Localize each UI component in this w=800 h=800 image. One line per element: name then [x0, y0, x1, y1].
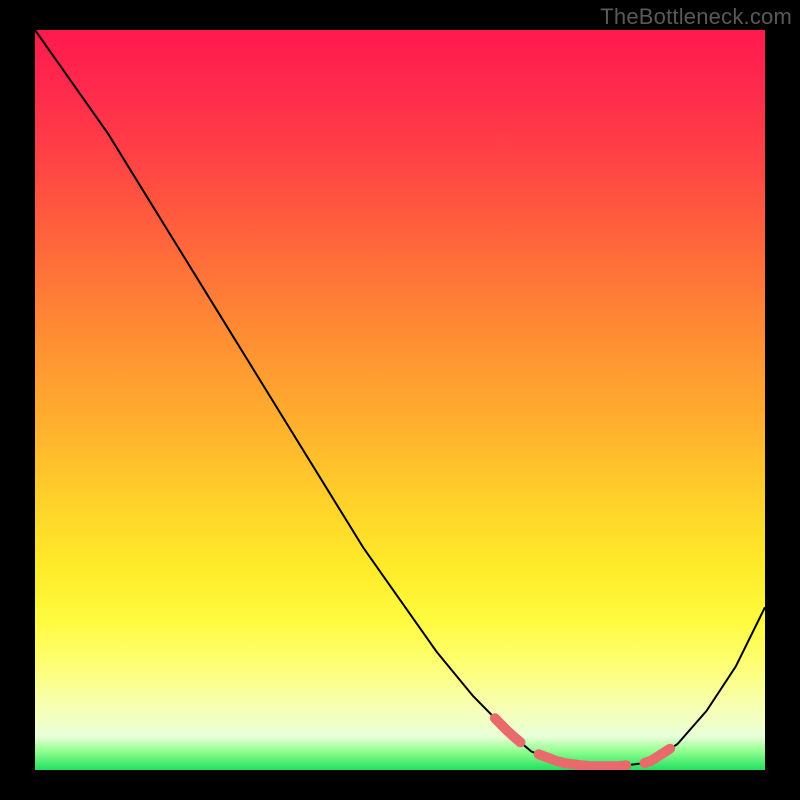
chart-area [35, 30, 765, 770]
bottleneck-curve [35, 30, 765, 766]
optimal-range-marker-left [495, 718, 521, 742]
optimal-range-marker-mid [539, 754, 627, 766]
watermark-text: TheBottleneck.com [600, 4, 792, 30]
chart-svg [35, 30, 765, 770]
optimal-range-marker-right [645, 749, 671, 763]
